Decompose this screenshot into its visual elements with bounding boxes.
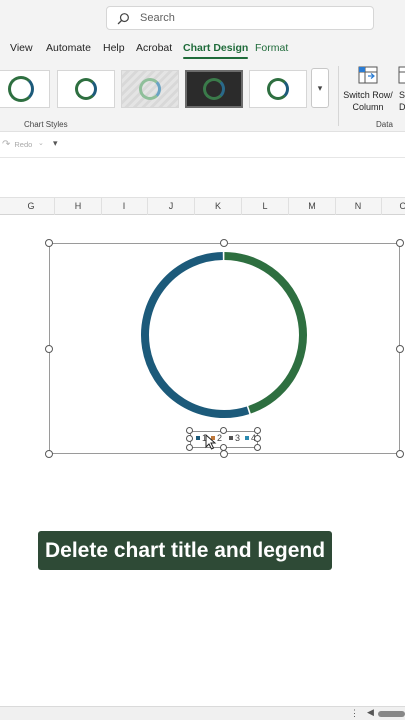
doughnut-segment-3[interactable] [224,252,307,414]
legend-label: 3 [235,433,241,443]
more-options-icon[interactable]: ⋮ [350,708,359,719]
legend-resize-handle[interactable] [254,435,261,442]
legend-resize-handle[interactable] [220,444,227,451]
legend-swatch [245,436,249,440]
legend-resize-handle[interactable] [254,427,261,434]
legend-resize-handle[interactable] [220,427,227,434]
excel-window: Search View Automate Help Acrobat Chart … [0,0,405,720]
legend-swatch [196,436,200,440]
scroll-left-icon[interactable]: ◀ [367,707,374,718]
horizontal-scrollbar[interactable] [378,711,405,717]
doughnut-chart[interactable] [0,0,405,720]
legend-resize-handle[interactable] [186,427,193,434]
legend-resize-handle[interactable] [186,435,193,442]
legend-resize-handle[interactable] [254,444,261,451]
legend-entry: 3 [229,433,240,443]
mouse-pointer-icon [205,434,217,450]
legend-label: 2 [217,433,223,443]
doughnut-segment-4[interactable] [141,252,250,418]
legend-swatch [229,436,233,440]
instruction-caption: Delete chart title and legend [38,531,333,570]
status-bar: ⋮ ◀ [0,706,405,720]
legend-resize-handle[interactable] [186,444,193,451]
